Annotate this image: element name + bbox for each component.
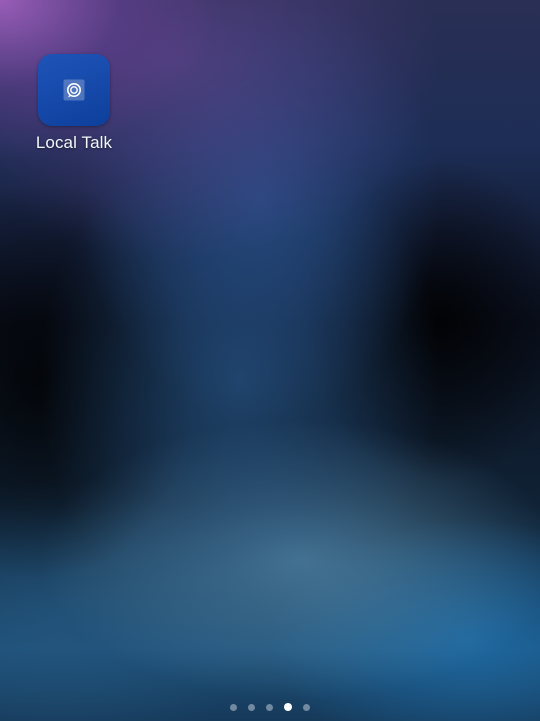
home-screen: Local Talk: [0, 0, 540, 721]
page-dot-1[interactable]: [230, 703, 237, 711]
page-dot-4-active[interactable]: [284, 703, 292, 711]
page-indicator: [0, 703, 540, 711]
app-tile[interactable]: [38, 54, 110, 126]
app-icon-local-talk[interactable]: Local Talk: [26, 54, 122, 153]
page-dot-2[interactable]: [248, 703, 255, 711]
app-label: Local Talk: [35, 133, 113, 152]
chat-bubble-icon: [63, 79, 85, 101]
page-dot-3[interactable]: [266, 703, 273, 711]
page-dot-5[interactable]: [303, 703, 310, 711]
